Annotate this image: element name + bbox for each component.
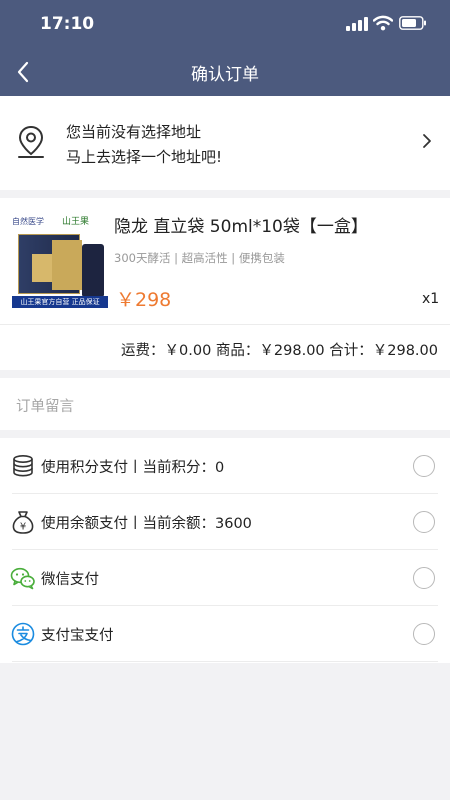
payment-option-label: 使用积分支付丨当前积分：0 <box>41 460 225 476</box>
money-bag-icon: ¥ <box>12 511 34 534</box>
payment-option-balance[interactable]: ¥ 使用余额支付丨当前余额：3600 <box>0 494 450 550</box>
thumbnail-footer-text: 山王果官方自营 正品保证 <box>12 296 108 308</box>
battery-icon <box>399 16 426 30</box>
payment-option-label: 支付宝支付 <box>41 628 114 644</box>
product-thumbnail: 自然医学 山王果 山王果官方自营 正品保证 <box>12 210 108 308</box>
svg-text:¥: ¥ <box>20 522 26 533</box>
order-summary: 运费：￥0.00 商品：￥298.00 合计：￥298.00 <box>121 343 438 359</box>
product-quantity: x1 <box>422 291 440 307</box>
product-price: ￥298 <box>116 289 172 311</box>
address-selector[interactable]: 您当前没有选择地址 马上去选择一个地址吧! <box>0 96 450 190</box>
address-empty-message: 您当前没有选择地址 <box>66 123 202 141</box>
product-box-side-graphic <box>52 240 82 290</box>
wifi-icon <box>373 15 393 31</box>
product-pouch-graphic <box>82 244 104 296</box>
radio-button[interactable] <box>413 455 435 477</box>
product-title: 隐龙 直立袋 50ml*10袋【一盒】 <box>114 217 368 237</box>
thumbnail-header-text: 自然医学 <box>12 217 44 226</box>
radio-button[interactable] <box>413 511 435 533</box>
status-bar: 17:10 <box>0 0 450 48</box>
payment-option-alipay[interactable]: 支付宝支付 <box>0 606 450 662</box>
payment-option-wechat[interactable]: 微信支付 <box>0 550 450 606</box>
page-title: 确认订单 <box>191 65 259 85</box>
payment-option-label: 使用余额支付丨当前余额：3600 <box>41 516 252 532</box>
radio-button[interactable] <box>413 623 435 645</box>
address-prompt: 马上去选择一个地址吧! <box>66 148 223 166</box>
coins-icon <box>13 454 33 477</box>
product-tags: 300天酵活 | 超高活性 | 便携包装 <box>114 251 285 265</box>
signal-icon <box>346 17 368 31</box>
divider <box>12 661 438 662</box>
top-bar: 17:10 确认订单 <box>0 0 450 96</box>
product-card: 自然医学 山王果 山王果官方自营 正品保证 隐龙 直立袋 50ml*10袋【一盒… <box>0 198 450 370</box>
wechat-icon <box>10 567 35 590</box>
payment-methods: 使用积分支付丨当前积分：0 ¥ 使用余额支付丨当前余额：3600 微信支付 支付… <box>0 438 450 663</box>
order-remark-placeholder: 订单留言 <box>16 399 74 415</box>
radio-button[interactable] <box>413 567 435 589</box>
order-remark-field[interactable]: 订单留言 <box>0 378 450 430</box>
chevron-right-icon <box>423 134 431 148</box>
status-time: 17:10 <box>40 14 95 34</box>
divider <box>0 324 450 325</box>
payment-option-label: 微信支付 <box>41 572 99 588</box>
thumbnail-brand-text: 山王果 <box>62 217 90 227</box>
location-pin-icon <box>18 125 44 158</box>
product-box-label-graphic <box>32 254 54 282</box>
alipay-icon <box>11 622 35 646</box>
payment-option-points[interactable]: 使用积分支付丨当前积分：0 <box>0 438 450 494</box>
